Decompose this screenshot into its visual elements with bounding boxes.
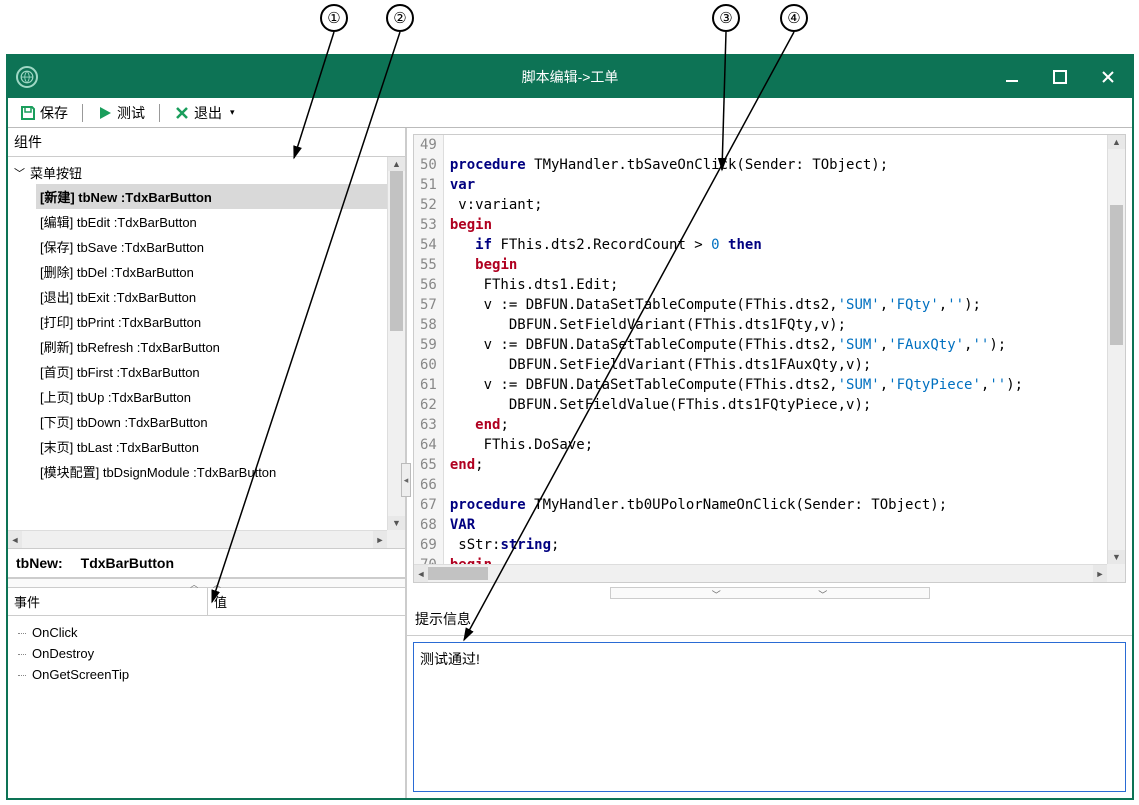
tree-group-menu-buttons[interactable]: ﹀ 菜单按钮	[14, 161, 387, 184]
scroll-up-icon[interactable]: ▲	[1108, 135, 1125, 149]
scroll-down-icon[interactable]: ▼	[1108, 550, 1125, 564]
tree-item[interactable]: [退出] tbExit :TdxBarButton	[36, 284, 387, 309]
callout-4: ④	[780, 4, 808, 32]
tree-item[interactable]: [下页] tbDown :TdxBarButton	[36, 409, 387, 434]
hint-header: 提示信息	[407, 603, 1132, 636]
tree-item[interactable]: [删除] tbDel :TdxBarButton	[36, 259, 387, 284]
callout-3: ③	[712, 4, 740, 32]
tree-item[interactable]: [刷新] tbRefresh :TdxBarButton	[36, 334, 387, 359]
app-icon	[16, 66, 38, 88]
tree-item[interactable]: [末页] tbLast :TdxBarButton	[36, 434, 387, 459]
titlebar: 脚本编辑->工单	[8, 56, 1132, 98]
scroll-right-icon[interactable]: ►	[373, 531, 387, 548]
events-column-header: 事件	[8, 588, 208, 615]
dropdown-icon: ▾	[230, 107, 235, 118]
code-horizontal-scrollbar[interactable]: ◄ ►	[414, 564, 1107, 582]
tree-group-label-text: 菜单按钮	[30, 163, 82, 182]
scroll-right-icon[interactable]: ►	[1093, 565, 1107, 582]
hint-output[interactable]: 测试通过!	[413, 642, 1126, 792]
code-editor[interactable]: procedure TMyHandler.tbSaveOnClick(Sende…	[444, 135, 1023, 564]
tree-item[interactable]: [上页] tbUp :TdxBarButton	[36, 384, 387, 409]
scroll-thumb[interactable]	[1110, 205, 1123, 345]
scroll-thumb[interactable]	[428, 567, 488, 580]
exit-button[interactable]: 退出 ▾	[168, 101, 241, 125]
scroll-thumb[interactable]	[390, 171, 403, 331]
event-item[interactable]: OnClick	[18, 622, 395, 643]
tree-item[interactable]: [编辑] tbEdit :TdxBarButton	[36, 209, 387, 234]
splitter-code-hint[interactable]: ﹀ ﹀	[610, 587, 930, 599]
code-vertical-scrollbar[interactable]: ▲ ▼	[1107, 135, 1125, 564]
component-tree[interactable]: ﹀ 菜单按钮 [新建] tbNew :TdxBarButton[编辑] tbEd…	[8, 157, 387, 530]
play-icon	[97, 105, 113, 121]
callout-1: ①	[320, 4, 348, 32]
events-list[interactable]: OnClickOnDestroyOnGetScreenTip	[8, 616, 405, 691]
chevron-down-icon: ﹀	[14, 165, 26, 181]
tree-horizontal-scrollbar[interactable]: ◄ ►	[8, 530, 387, 548]
scroll-down-icon[interactable]: ▼	[388, 516, 405, 530]
tree-item[interactable]: [保存] tbSave :TdxBarButton	[36, 234, 387, 259]
tree-item[interactable]: [打印] tbPrint :TdxBarButton	[36, 309, 387, 334]
app-window: 脚本编辑->工单 保存 测试 退出 ▾	[6, 54, 1134, 800]
scroll-left-icon[interactable]: ◄	[414, 565, 428, 582]
selected-component-label: tbNew:TdxBarButton	[8, 549, 405, 578]
toolbar: 保存 测试 退出 ▾	[8, 98, 1132, 128]
save-icon	[20, 105, 36, 121]
scroll-left-icon[interactable]: ◄	[8, 531, 22, 548]
test-label: 测试	[117, 103, 145, 123]
window-title: 脚本编辑->工单	[522, 67, 619, 87]
tree-item[interactable]: [模块配置] tbDsignModule :TdxBarButton	[36, 459, 387, 484]
close-icon	[174, 105, 190, 121]
event-item[interactable]: OnGetScreenTip	[18, 664, 395, 685]
event-item[interactable]: OnDestroy	[18, 643, 395, 664]
save-button[interactable]: 保存	[14, 101, 74, 125]
value-column-header: 值	[208, 588, 233, 615]
maximize-button[interactable]	[1036, 56, 1084, 98]
minimize-button[interactable]	[988, 56, 1036, 98]
splitter-vertical[interactable]: ◂	[401, 463, 411, 497]
tree-item[interactable]: [首页] tbFirst :TdxBarButton	[36, 359, 387, 384]
close-button[interactable]	[1084, 56, 1132, 98]
code-gutter: 4950515253545556575859606162636465666768…	[414, 135, 444, 564]
components-header: 组件	[8, 128, 405, 157]
tree-item[interactable]: [新建] tbNew :TdxBarButton	[36, 184, 387, 209]
callout-2: ②	[386, 4, 414, 32]
test-button[interactable]: 测试	[91, 101, 151, 125]
splitter-horizontal[interactable]: ︿ ︿	[8, 578, 405, 588]
save-label: 保存	[40, 103, 68, 123]
scroll-up-icon[interactable]: ▲	[388, 157, 405, 171]
exit-label: 退出	[194, 103, 222, 123]
